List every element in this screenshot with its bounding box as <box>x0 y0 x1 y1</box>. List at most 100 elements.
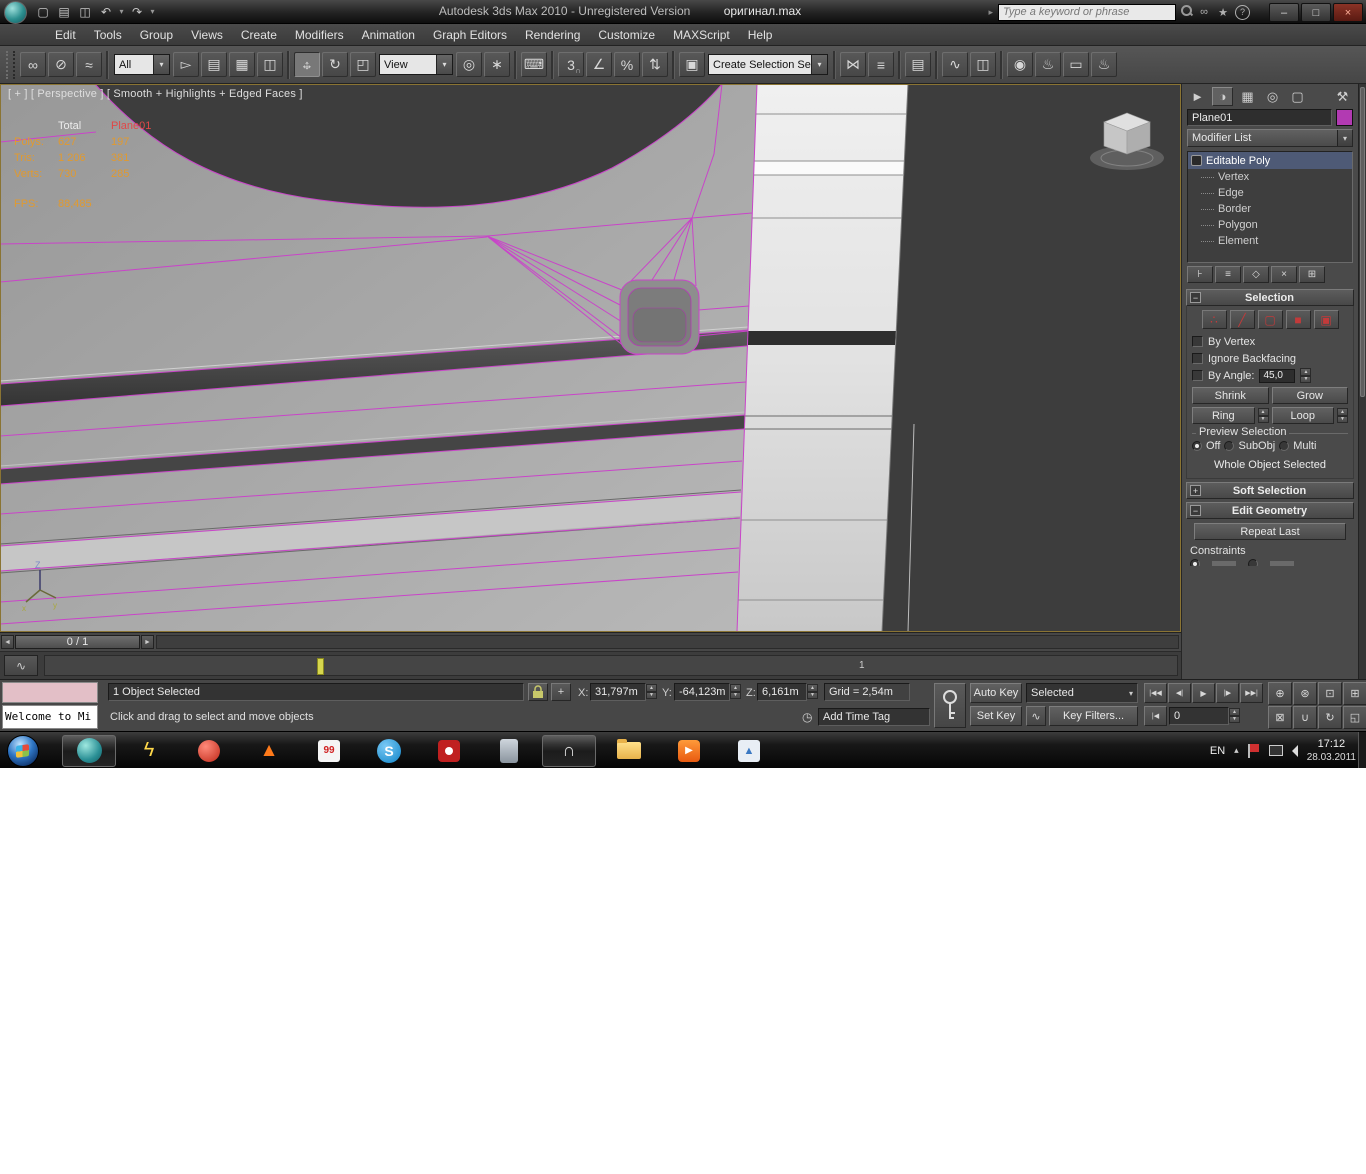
loop-spinner[interactable]: ▲ ▼ <box>1337 408 1348 423</box>
by-vertex-checkbox[interactable] <box>1192 336 1203 347</box>
chevron-down-icon[interactable]: ▾ <box>811 55 827 74</box>
taskbar-skype-button[interactable]: S <box>362 735 416 767</box>
previous-frame-button[interactable]: ◀| <box>1168 683 1191 703</box>
material-editor-button[interactable]: ◉ <box>1007 52 1033 77</box>
menu-graph-editors[interactable]: Graph Editors <box>424 24 516 46</box>
z-coordinate-field[interactable]: 6,161m <box>757 683 807 701</box>
preview-multi-radio[interactable] <box>1279 441 1290 451</box>
modifier-list-dropdown[interactable]: Modifier List ▾ <box>1187 129 1353 147</box>
help-icon[interactable]: ? <box>1235 4 1250 20</box>
track-bar-ruler[interactable]: 1 <box>44 655 1178 676</box>
save-file-button[interactable]: ◫ <box>76 3 94 20</box>
show-desktop-button[interactable] <box>1358 732 1366 768</box>
angle-value-field[interactable]: 45,0 <box>1259 368 1296 383</box>
render-setup-button[interactable]: ♨ <box>1035 52 1061 77</box>
clock[interactable]: 17:12 28.03.2011 <box>1307 738 1356 764</box>
show-hidden-icons-button[interactable]: ▴ <box>1234 745 1239 756</box>
set-key-button[interactable]: Set Key <box>970 706 1022 726</box>
select-and-rotate-button[interactable]: ↻ <box>322 52 348 77</box>
x-coordinate-field[interactable]: 31,797m <box>590 683 646 701</box>
redo-dropdown-icon[interactable]: ▾ <box>149 7 156 16</box>
start-button[interactable] <box>7 735 39 767</box>
schematic-view-button[interactable]: ◫ <box>970 52 996 77</box>
menu-edit[interactable]: Edit <box>46 24 85 46</box>
preview-off-radio[interactable] <box>1192 441 1202 451</box>
selection-status-field[interactable]: 1 Object Selected <box>108 683 524 701</box>
taskbar-app-notes-button[interactable]: 99 <box>302 735 356 767</box>
show-end-result-button[interactable]: ≡ <box>1215 266 1241 283</box>
select-and-scale-button[interactable]: ◰ <box>350 52 376 77</box>
configure-modifier-sets-button[interactable]: ⊞ <box>1299 266 1325 283</box>
network-icon[interactable] <box>1268 745 1283 756</box>
expand-icon[interactable]: + <box>1190 485 1201 496</box>
quick-render-button[interactable]: ♨ <box>1091 52 1117 77</box>
hierarchy-tab-icon[interactable]: ▦ <box>1237 87 1258 106</box>
zoom-extents-all-button[interactable]: ⊞ <box>1343 682 1366 705</box>
loop-button[interactable]: Loop <box>1271 407 1334 424</box>
orbit-button[interactable]: ↻ <box>1318 706 1342 729</box>
communication-center-icon[interactable]: ∞ <box>1197 6 1211 18</box>
chevron-down-icon[interactable]: ▾ <box>436 55 452 74</box>
search-input[interactable] <box>998 3 1176 21</box>
stack-item-polygon[interactable]: Polygon <box>1188 217 1352 233</box>
scrollbar-thumb[interactable] <box>1360 87 1365 397</box>
selection-filter-dropdown[interactable]: All ▾ <box>114 54 170 75</box>
time-slider-next-arrow[interactable]: ► <box>141 635 154 649</box>
taskbar-explorer-button[interactable] <box>602 735 656 767</box>
track-bar-key-marker[interactable] <box>317 658 324 675</box>
percent-snap-toggle[interactable]: % <box>614 52 640 77</box>
menu-maxscript[interactable]: MAXScript <box>664 24 739 46</box>
spinner-snap-toggle[interactable]: ⇅ <box>642 52 668 77</box>
close-button[interactable]: × <box>1333 3 1363 22</box>
align-button[interactable]: ≡ <box>868 52 894 77</box>
zoom-all-button[interactable]: ⊛ <box>1293 682 1317 705</box>
rectangular-selection-region-button[interactable]: ▦ <box>229 52 255 77</box>
stack-item-vertex[interactable]: Vertex <box>1188 169 1352 185</box>
object-color-swatch[interactable] <box>1336 109 1353 126</box>
absolute-offset-toggle[interactable]: + <box>551 683 571 701</box>
chevron-down-icon[interactable]: ▾ <box>1337 130 1352 146</box>
modify-tab-icon[interactable]: ◑ <box>1212 87 1233 106</box>
new-file-button[interactable]: ▢ <box>34 3 52 20</box>
constraint-radio[interactable] <box>1248 559 1258 566</box>
undo-button[interactable]: ↶ <box>97 3 115 20</box>
layer-manager-button[interactable]: ▤ <box>905 52 931 77</box>
action-center-flag-icon[interactable] <box>1247 743 1260 758</box>
ring-spinner[interactable]: ▲ ▼ <box>1257 408 1269 423</box>
taskbar-media-player-button[interactable]: ▶ <box>662 735 716 767</box>
menu-create[interactable]: Create <box>232 24 286 46</box>
bind-to-space-warp-button[interactable]: ≈ <box>76 52 102 77</box>
auto-key-button[interactable]: Auto Key <box>970 683 1022 703</box>
next-frame-button[interactable]: |▶ <box>1216 683 1239 703</box>
set-keys-button[interactable] <box>934 683 966 728</box>
previous-key-button[interactable]: |◀ <box>1144 706 1167 726</box>
collapse-icon[interactable]: − <box>1190 292 1201 303</box>
open-file-button[interactable]: ▤ <box>55 3 73 20</box>
taskbar-app-red-button[interactable] <box>182 735 236 767</box>
reference-coordinate-dropdown[interactable]: View ▾ <box>379 54 453 75</box>
time-slider-track[interactable] <box>156 635 1179 649</box>
toolbar-grip[interactable] <box>6 50 15 79</box>
taskbar-3dsmax-button[interactable] <box>62 734 116 767</box>
redo-button[interactable]: ↷ <box>128 3 146 20</box>
add-time-tag-field[interactable]: Add Time Tag <box>818 708 930 726</box>
default-in-out-tangents-button[interactable]: ∿ <box>1026 706 1046 726</box>
selection-rollout-header[interactable]: − Selection <box>1186 289 1354 306</box>
taskbar-app-media-red-button[interactable] <box>422 735 476 767</box>
soft-selection-rollout-header[interactable]: + Soft Selection <box>1186 482 1354 499</box>
taskbar-app-flame-button[interactable]: ▲ <box>242 735 296 767</box>
viewport-canvas[interactable]: Z x y <box>0 84 1181 632</box>
unlink-selection-button[interactable]: ⊘ <box>48 52 74 77</box>
border-subobject-icon[interactable]: ▢ <box>1257 310 1283 329</box>
polygon-subobject-icon[interactable]: ■ <box>1285 310 1311 329</box>
rendered-frame-window-button[interactable]: ▭ <box>1063 52 1089 77</box>
selection-lock-toggle[interactable] <box>528 683 548 701</box>
make-unique-button[interactable]: ◇ <box>1243 266 1269 283</box>
menu-modifiers[interactable]: Modifiers <box>286 24 353 46</box>
perspective-viewport[interactable]: Z x y [ + ] [ Perspective ] [ Smooth + H… <box>0 84 1181 632</box>
select-and-manipulate-button[interactable]: ∗ <box>484 52 510 77</box>
taskbar-app-magnet-button[interactable]: ∩ <box>542 734 596 767</box>
app-logo-icon[interactable] <box>4 1 27 24</box>
keyboard-override-toggle[interactable]: ⌨ <box>521 52 547 77</box>
repeat-last-button[interactable]: Repeat Last <box>1194 523 1346 540</box>
